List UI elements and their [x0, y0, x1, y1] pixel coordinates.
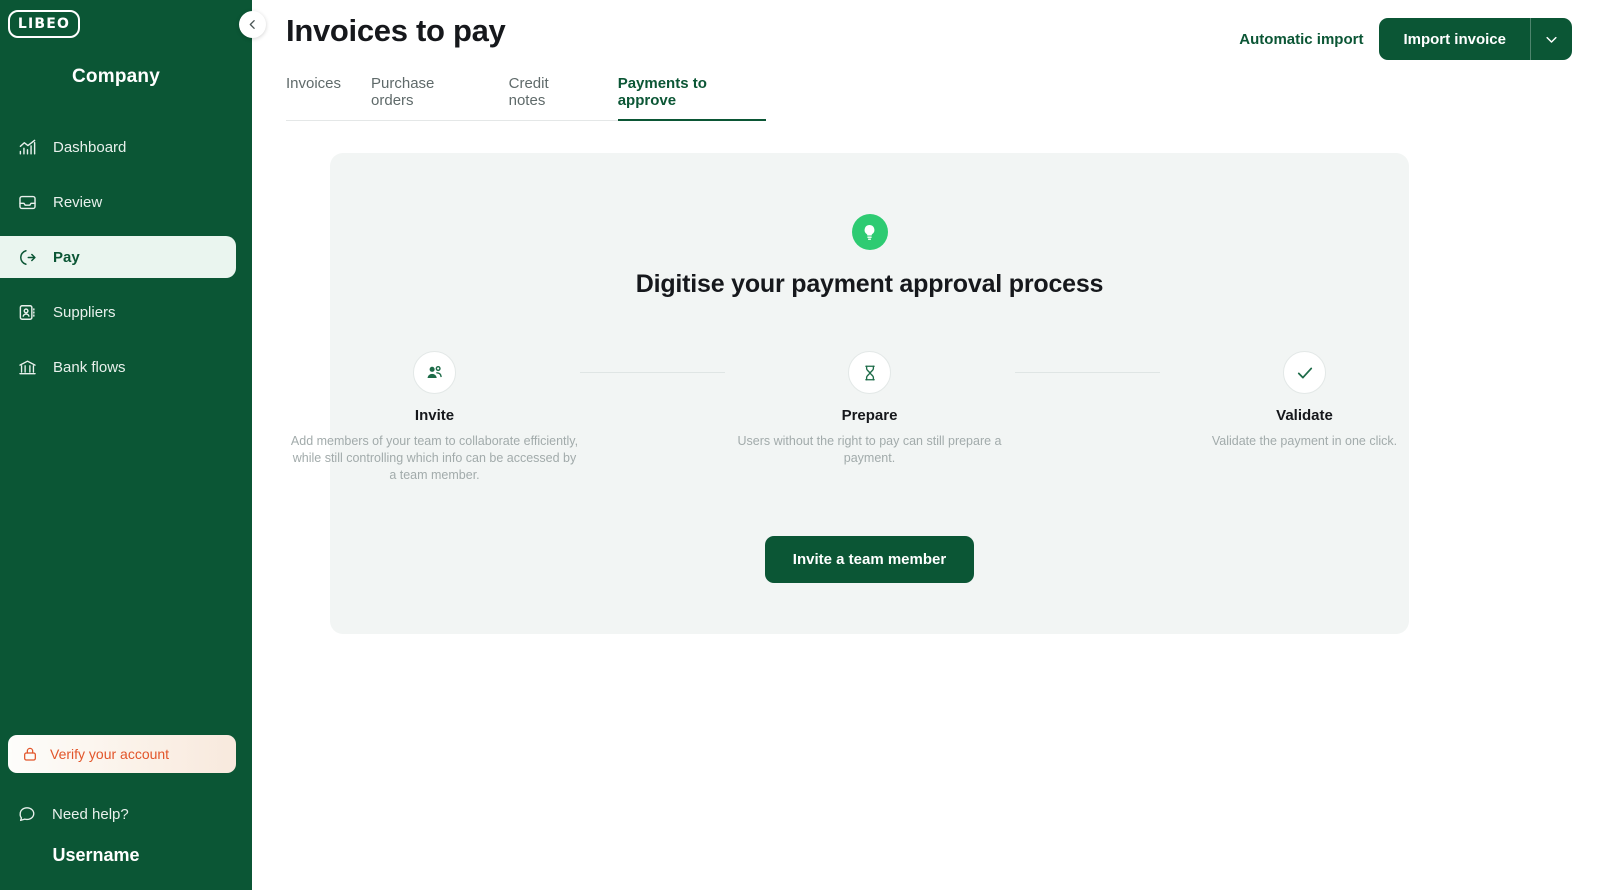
step-icon-circle [1283, 351, 1326, 394]
step-description: Add members of your team to collaborate … [290, 434, 579, 482]
step-connector [579, 372, 725, 373]
step-label: Prepare [841, 407, 898, 424]
step-label: Invite [414, 407, 455, 424]
lightbulb-icon [860, 223, 879, 242]
arrow-exit-icon [18, 248, 37, 267]
company-name: Company [72, 66, 160, 87]
automatic-import-link[interactable]: Automatic import [1239, 31, 1363, 48]
tab-credit-notes[interactable]: Credit notes [509, 75, 588, 121]
bank-icon [18, 358, 37, 377]
step-description: Users without the right to pay can still… [737, 434, 1002, 465]
step-prepare: Prepare Users without the right to pay c… [725, 351, 1015, 467]
sidebar-item-bank-flows[interactable]: Bank flows [0, 346, 252, 388]
step-icon-circle [413, 351, 456, 394]
need-help-button[interactable]: Need help? [0, 805, 252, 823]
chart-bars-icon [18, 138, 37, 157]
empty-state-card: Digitise your payment approval process I… [291, 153, 1409, 634]
page-title: Invoices to pay [286, 13, 506, 48]
lock-icon [22, 746, 38, 762]
sidebar-item-suppliers[interactable]: Suppliers [0, 291, 252, 333]
verify-account-button[interactable]: Verify your account [8, 735, 236, 773]
card-title: Digitise your payment approval process [635, 270, 1104, 298]
import-invoice-dropdown-button[interactable] [1530, 18, 1572, 60]
chat-bubble-icon [18, 805, 36, 823]
sidebar-collapse-toggle[interactable] [239, 11, 266, 38]
logo-container: LIBEO [0, 0, 252, 38]
step-icon-circle [848, 351, 891, 394]
sidebar-item-label: Bank flows [53, 358, 126, 376]
need-help-label: Need help? [52, 805, 129, 823]
topbar: Invoices to pay Automatic import Import … [286, 0, 1572, 60]
step-validate: Validate Validate the payment in one cli… [1160, 351, 1450, 450]
step-invite: Invite Add members of your team to colla… [290, 351, 580, 484]
people-group-icon [425, 363, 444, 382]
step-label: Validate [1276, 407, 1333, 424]
import-invoice-button[interactable]: Import invoice [1379, 18, 1530, 60]
step-description: Validate the payment in one click. [1211, 434, 1398, 448]
sidebar-item-pay[interactable]: Pay [0, 236, 236, 278]
invite-team-member-button[interactable]: Invite a team member [764, 535, 975, 583]
libeo-logo[interactable]: LIBEO [8, 10, 80, 38]
sidebar-item-dashboard[interactable]: Dashboard [0, 126, 252, 168]
tab-bar: Invoices Purchase orders Credit notes Pa… [286, 74, 766, 121]
main-content: Invoices to pay Automatic import Import … [252, 0, 1600, 890]
verify-account-label: Verify your account [50, 746, 170, 762]
tab-purchase-orders[interactable]: Purchase orders [371, 75, 479, 121]
tab-payments-to-approve[interactable]: Payments to approve [617, 75, 766, 121]
sidebar: LIBEO Company Dashboard Review Pay Suppl… [0, 0, 252, 890]
sidebar-item-review[interactable]: Review [0, 181, 252, 223]
lightbulb-badge [851, 214, 888, 250]
sidebar-item-label: Review [53, 193, 103, 211]
step-connector [1014, 372, 1160, 373]
app-root: LIBEO Company Dashboard Review Pay Suppl… [0, 0, 1600, 890]
steps-container: Invite Add members of your team to colla… [291, 351, 1409, 484]
tab-invoices[interactable]: Invoices [286, 75, 341, 121]
inbox-icon [18, 193, 37, 212]
check-icon [1295, 363, 1315, 383]
chevron-down-icon [1544, 32, 1559, 47]
sidebar-nav: Dashboard Review Pay Suppliers Bank flow… [0, 126, 252, 397]
topbar-actions: Automatic import Import invoice [1239, 12, 1572, 60]
sidebar-item-label: Pay [53, 248, 80, 266]
hourglass-icon [861, 364, 879, 382]
username-label[interactable]: Username [0, 845, 252, 866]
chevron-left-icon [246, 18, 259, 31]
import-invoice-button-group[interactable]: Import invoice [1379, 18, 1572, 60]
sidebar-item-label: Dashboard [53, 138, 127, 156]
sidebar-item-label: Suppliers [53, 303, 116, 321]
contact-card-icon [18, 303, 37, 322]
